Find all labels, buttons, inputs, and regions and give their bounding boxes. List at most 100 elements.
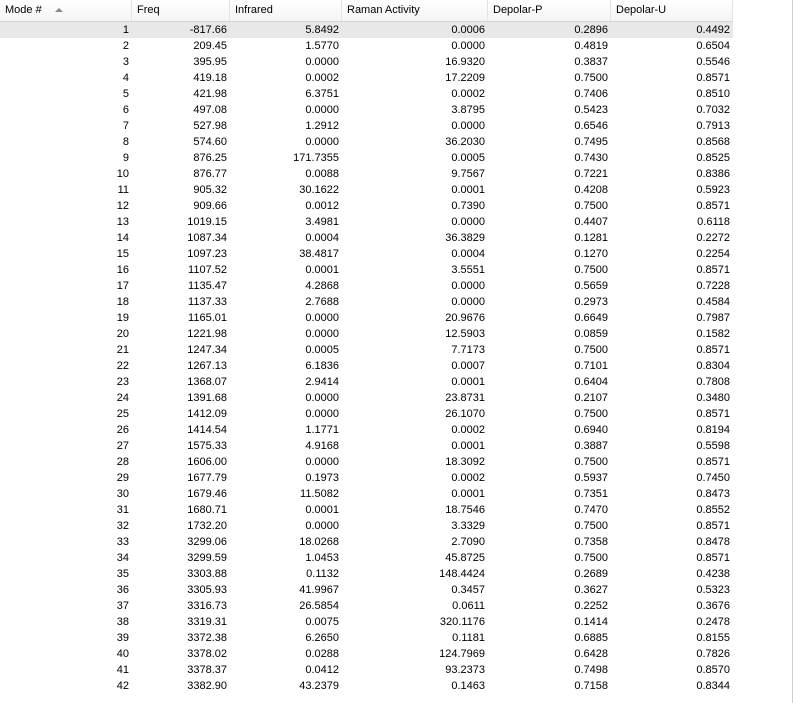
table-row[interactable]: 1 -817.66 5.8492 0.0006 0.2896 0.4492 (0, 22, 733, 38)
table-row[interactable]: 8 574.60 0.0000 36.2030 0.7495 0.8568 (0, 134, 733, 150)
table-cell: 39 (116, 632, 129, 644)
table-cell: 0.8568 (696, 136, 730, 148)
table-cell: 0.0000 (305, 312, 339, 324)
column-header-raman-activity[interactable]: Raman Activity (342, 0, 488, 21)
table-row[interactable]: 42 3382.90 43.2379 0.1463 0.7158 0.8344 (0, 678, 733, 694)
table-row[interactable]: 34 3299.59 1.0453 45.8725 0.7500 0.8571 (0, 550, 733, 566)
table-cell: 22 (116, 360, 129, 372)
table-row[interactable]: 41 3378.37 0.0412 93.2373 0.7498 0.8570 (0, 662, 733, 678)
table-row[interactable]: 38 3319.31 0.0075 320.1176 0.1414 0.2478 (0, 614, 733, 630)
table-row[interactable]: 19 1165.01 0.0000 20.9676 0.6649 0.7987 (0, 310, 733, 326)
table-row[interactable]: 25 1412.09 0.0000 26.1070 0.7500 0.8571 (0, 406, 733, 422)
table-cell: 1.5770 (305, 40, 339, 52)
table-row[interactable]: 17 1135.47 4.2868 0.0000 0.5659 0.7228 (0, 278, 733, 294)
table-row[interactable]: 2 209.45 1.5770 0.0000 0.4819 0.6504 (0, 38, 733, 54)
table-row[interactable]: 28 1606.00 0.0000 18.3092 0.7500 0.8571 (0, 454, 733, 470)
table-cell: 527.98 (193, 120, 227, 132)
table-row[interactable]: 36 3305.93 41.9967 0.3457 0.3627 0.5323 (0, 582, 733, 598)
table-cell: 0.0002 (451, 88, 485, 100)
table-cell: 1247.34 (187, 344, 227, 356)
table-cell: 0.0412 (305, 664, 339, 676)
column-header-depolar-u[interactable]: Depolar-U (611, 0, 733, 21)
table-cell: 1606.00 (187, 456, 227, 468)
table-cell: 0.7808 (696, 376, 730, 388)
table-cell: 124.7969 (439, 648, 485, 660)
table-cell: 419.18 (193, 72, 227, 84)
table-row[interactable]: 35 3303.88 0.1132 148.4424 0.2689 0.4238 (0, 566, 733, 582)
table-row[interactable]: 10 876.77 0.0088 9.7567 0.7221 0.8386 (0, 166, 733, 182)
table-cell: 0.7498 (574, 664, 608, 676)
table-row[interactable]: 12 909.66 0.0012 0.7390 0.7500 0.8571 (0, 198, 733, 214)
table-row[interactable]: 30 1679.46 11.5082 0.0001 0.7351 0.8473 (0, 486, 733, 502)
table-cell: 0.1132 (306, 568, 339, 580)
table-row[interactable]: 14 1087.34 0.0004 36.3829 0.1281 0.2272 (0, 230, 733, 246)
table-cell: 34 (116, 552, 129, 564)
column-header-freq[interactable]: Freq (132, 0, 230, 21)
table-row[interactable]: 13 1019.15 3.4981 0.0000 0.4407 0.6118 (0, 214, 733, 230)
table-cell: 5 (122, 88, 129, 100)
table-row[interactable]: 31 1680.71 0.0001 18.7546 0.7470 0.8552 (0, 502, 733, 518)
table-cell: 38.4817 (299, 248, 339, 260)
table-cell: 42 (116, 680, 129, 692)
table-row[interactable]: 4 419.18 0.0002 17.2209 0.7500 0.8571 (0, 70, 733, 86)
table-row[interactable]: 37 3316.73 26.5854 0.0611 0.2252 0.3676 (0, 598, 733, 614)
column-header-depolar-p[interactable]: Depolar-P (488, 0, 611, 21)
table-row[interactable]: 9 876.25 171.7355 0.0005 0.7430 0.8525 (0, 150, 733, 166)
table-cell: 0.5323 (696, 584, 730, 596)
table-row[interactable]: 3 395.95 0.0000 16.9320 0.3837 0.5546 (0, 54, 733, 70)
column-header-infrared[interactable]: Infrared (230, 0, 342, 21)
table-cell: 33 (116, 536, 129, 548)
table-cell: 29 (116, 472, 129, 484)
table-cell: 25 (116, 408, 129, 420)
table-row[interactable]: 7 527.98 1.2912 0.0000 0.6546 0.7913 (0, 118, 733, 134)
table-cell: 1575.33 (187, 440, 227, 452)
table-cell: 0.4238 (696, 568, 730, 580)
table-cell: 1.1771 (305, 424, 339, 436)
table-row[interactable]: 39 3372.38 6.2650 0.1181 0.6885 0.8155 (0, 630, 733, 646)
table-row[interactable]: 6 497.08 0.0000 3.8795 0.5423 0.7032 (0, 102, 733, 118)
table-cell: 38 (116, 616, 129, 628)
table-row[interactable]: 32 1732.20 0.0000 3.3329 0.7500 0.8571 (0, 518, 733, 534)
table-cell: 3316.73 (187, 600, 227, 612)
table-cell: 0.7826 (696, 648, 730, 660)
table-cell: 0.7987 (696, 312, 730, 324)
table-cell: 3.5551 (451, 264, 485, 276)
table-row[interactable]: 5 421.98 6.3751 0.0002 0.7406 0.8510 (0, 86, 733, 102)
table-cell: 0.0000 (305, 328, 339, 340)
table-cell: 0.7495 (574, 136, 608, 148)
table-cell: 0.8571 (696, 520, 730, 532)
table-cell: 0.6428 (574, 648, 608, 660)
table-cell: 7.7173 (451, 344, 485, 356)
table-cell: 30.1622 (299, 184, 339, 196)
column-header-mode[interactable]: Mode # (0, 0, 132, 21)
table-row[interactable]: 33 3299.06 18.0268 2.7090 0.7358 0.8478 (0, 534, 733, 550)
table-row[interactable]: 21 1247.34 0.0005 7.7173 0.7500 0.8571 (0, 342, 733, 358)
table-row[interactable]: 18 1137.33 2.7688 0.0000 0.2973 0.4584 (0, 294, 733, 310)
table-row[interactable]: 16 1107.52 0.0001 3.5551 0.7500 0.8571 (0, 262, 733, 278)
table-row[interactable]: 15 1097.23 38.4817 0.0004 0.1270 0.2254 (0, 246, 733, 262)
table-cell: 1412.09 (187, 408, 227, 420)
table-cell: 0.0000 (305, 408, 339, 420)
table-cell: 0.7470 (574, 504, 608, 516)
table-row[interactable]: 29 1677.79 0.1973 0.0002 0.5937 0.7450 (0, 470, 733, 486)
table-row[interactable]: 26 1414.54 1.1771 0.0002 0.6940 0.8194 (0, 422, 733, 438)
table-row[interactable]: 24 1391.68 0.0000 23.8731 0.2107 0.3480 (0, 390, 733, 406)
table-row[interactable]: 23 1368.07 2.9414 0.0001 0.6404 0.7808 (0, 374, 733, 390)
table-cell: 0.1181 (452, 632, 485, 644)
table-cell: 0.1582 (696, 328, 730, 340)
table-row[interactable]: 40 3378.02 0.0288 124.7969 0.6428 0.7826 (0, 646, 733, 662)
table-cell: 1087.34 (187, 232, 227, 244)
table-cell: 0.4208 (574, 184, 608, 196)
table-cell: 0.0007 (451, 360, 485, 372)
table-cell: 320.1176 (439, 616, 485, 628)
table-cell: 1368.07 (187, 376, 227, 388)
table-row[interactable]: 22 1267.13 6.1836 0.0007 0.7101 0.8304 (0, 358, 733, 374)
table-row[interactable]: 20 1221.98 0.0000 12.5903 0.0859 0.1582 (0, 326, 733, 342)
table-cell: 6 (122, 104, 129, 116)
table-cell: 1679.46 (187, 488, 227, 500)
table-cell: 1677.79 (187, 472, 227, 484)
table-cell: 395.95 (193, 56, 227, 68)
table-row[interactable]: 11 905.32 30.1622 0.0001 0.4208 0.5923 (0, 182, 733, 198)
table-row[interactable]: 27 1575.33 4.9168 0.0001 0.3887 0.5598 (0, 438, 733, 454)
table-cell: 0.0000 (305, 56, 339, 68)
